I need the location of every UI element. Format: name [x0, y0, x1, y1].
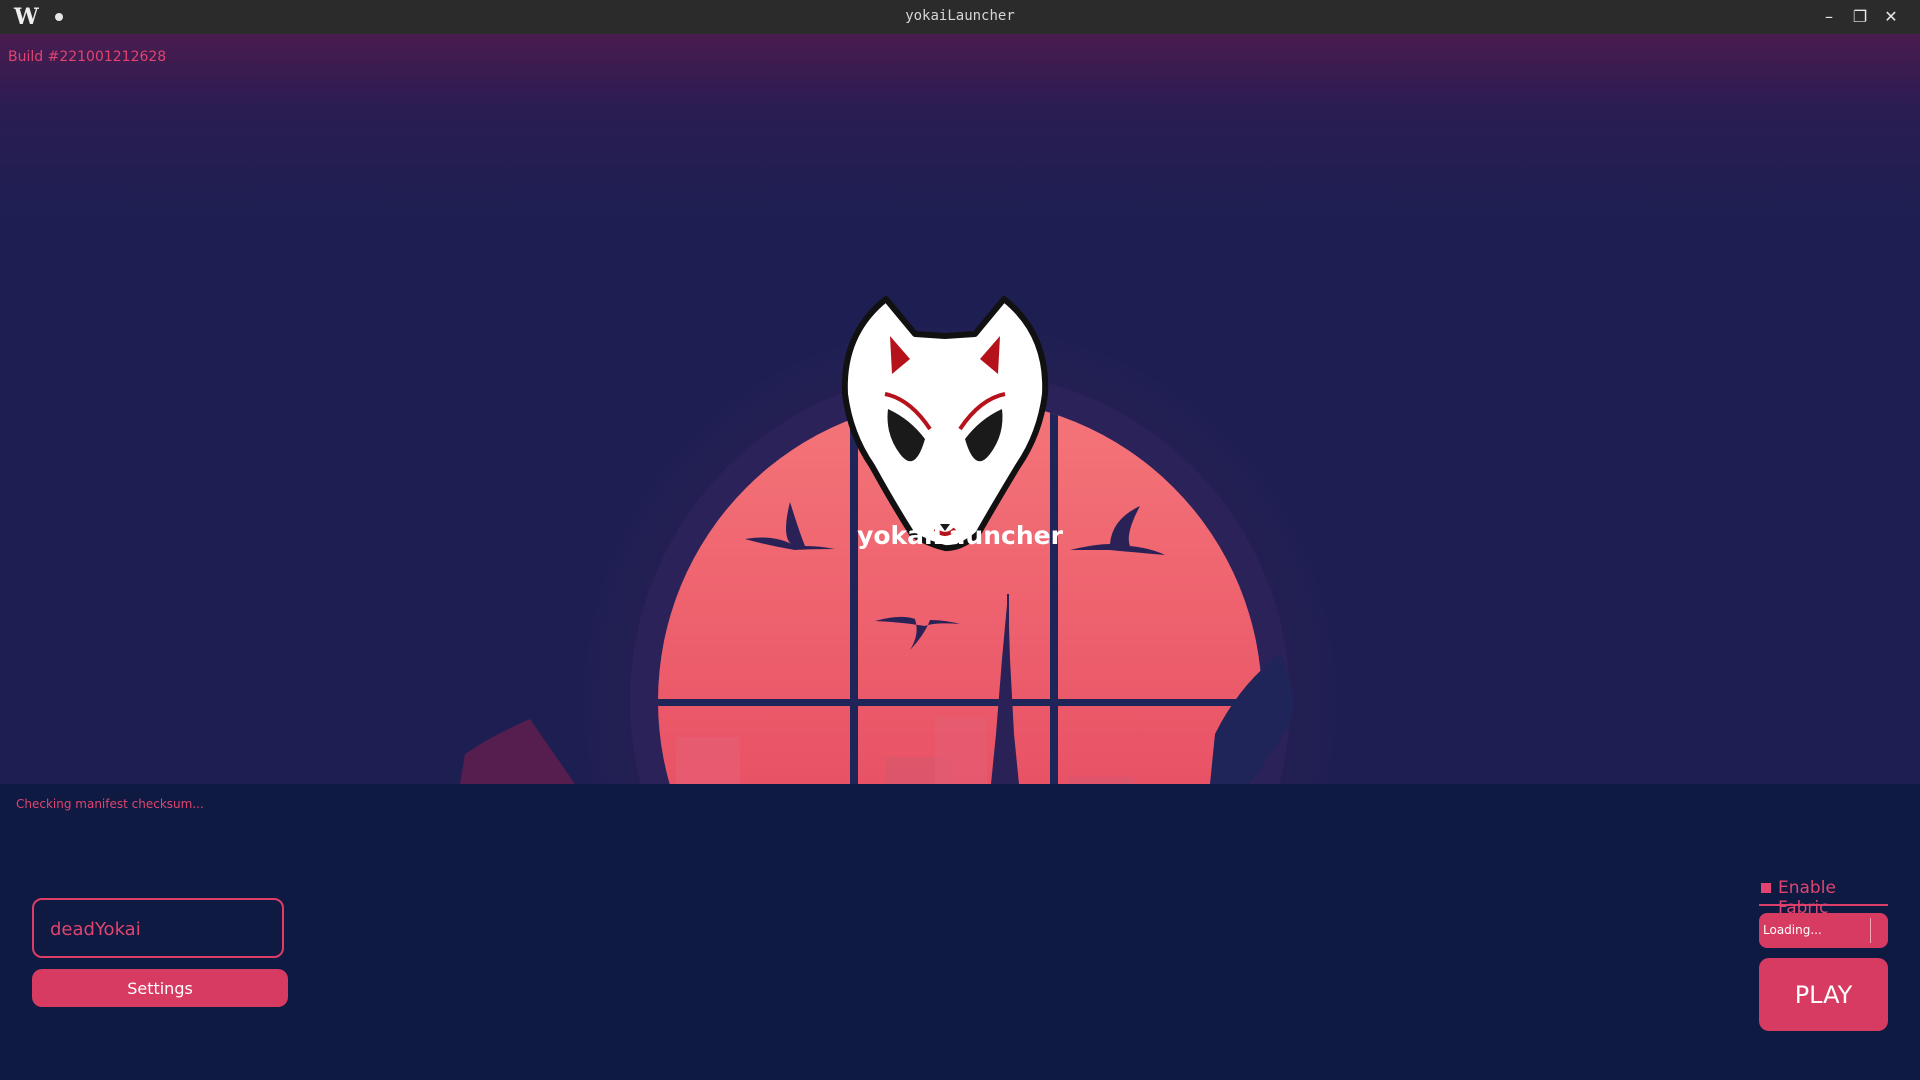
brand-title: yokaiLauncher [857, 521, 1063, 550]
build-label: Build #221001212628 [8, 49, 167, 65]
settings-button[interactable]: Settings [32, 969, 288, 1007]
sunset-window-illustration [460, 296, 1335, 784]
enable-fabric-toggle[interactable]: Enable Fabric [1759, 876, 1888, 918]
hero-banner: Build #221001212628 [0, 34, 1920, 784]
maximize-icon[interactable]: ❐ [1849, 6, 1871, 28]
status-message: Checking manifest checksum... [16, 797, 204, 811]
window-titlebar: W yokaiLauncher – ❐ ✕ [0, 0, 1920, 34]
fabric-label: Enable Fabric [1778, 878, 1836, 918]
select-divider [1870, 918, 1871, 943]
window-title: yokaiLauncher [905, 8, 1015, 24]
play-button[interactable]: PLAY [1759, 958, 1888, 1031]
version-select[interactable]: Loading... [1759, 913, 1888, 948]
username-field[interactable] [32, 898, 284, 958]
fabric-checkbox[interactable] [1761, 883, 1771, 893]
username-input[interactable] [48, 900, 272, 958]
minimize-icon[interactable]: – [1818, 6, 1840, 28]
version-select-value: Loading... [1763, 923, 1822, 937]
close-icon[interactable]: ✕ [1880, 6, 1902, 28]
